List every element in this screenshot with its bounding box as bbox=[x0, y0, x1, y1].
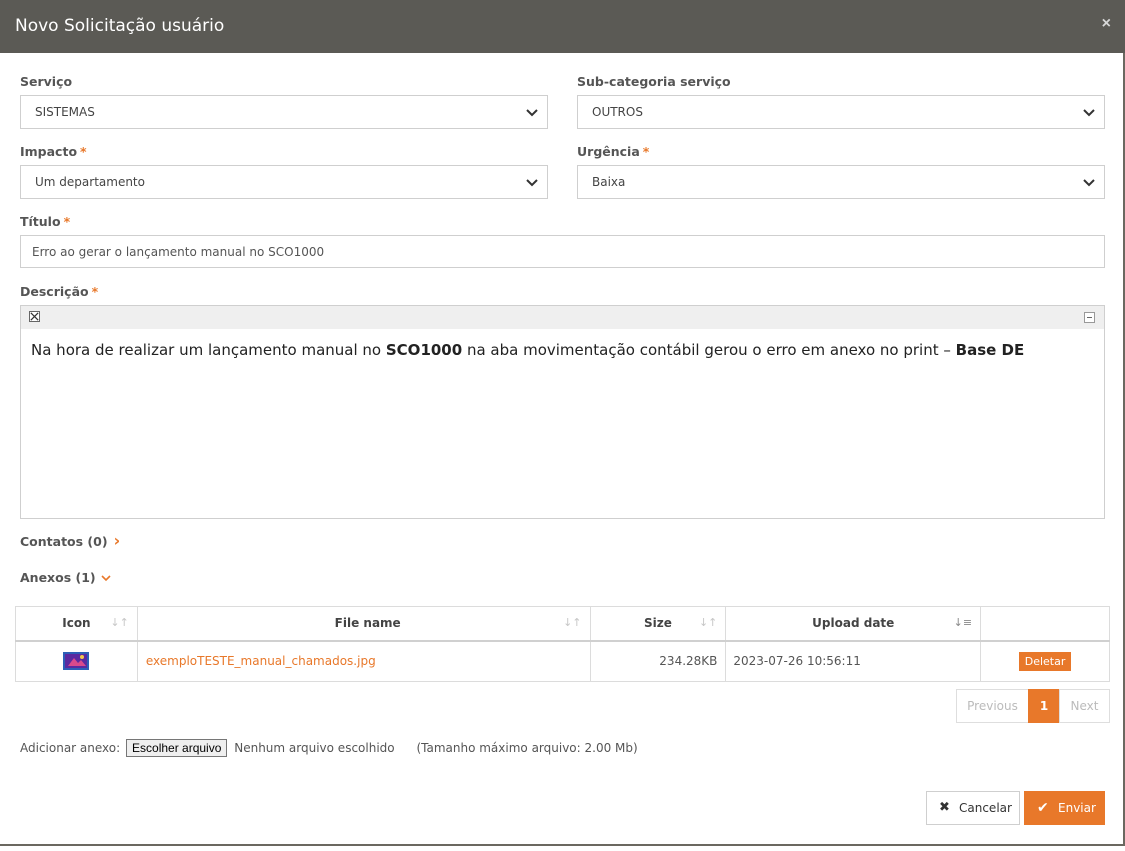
chevron-right-icon: › bbox=[113, 531, 121, 550]
x-icon: ✖ bbox=[939, 800, 950, 815]
upload-row: Adicionar anexo: Escolher arquivo Nenhum… bbox=[20, 739, 638, 757]
urgencia-select[interactable]: Baixa bbox=[577, 165, 1105, 199]
sort-icon[interactable]: ↓↑ bbox=[110, 616, 128, 629]
delete-button[interactable]: Deletar bbox=[1018, 651, 1072, 671]
servico-select[interactable]: SISTEMAS bbox=[20, 95, 548, 129]
impacto-select[interactable]: Um departamento bbox=[20, 165, 548, 199]
choose-file-button[interactable]: Escolher arquivo bbox=[126, 739, 228, 757]
chevron-down-icon bbox=[526, 179, 538, 187]
chevron-down-icon bbox=[1083, 179, 1095, 187]
required-marker: * bbox=[80, 144, 87, 159]
servico-value: SISTEMAS bbox=[35, 105, 95, 119]
pagination-next[interactable]: Next bbox=[1059, 689, 1110, 723]
sort-desc-icon[interactable]: ↓≡ bbox=[954, 616, 972, 629]
upload-status: Nenhum arquivo escolhido bbox=[234, 741, 395, 755]
column-header-icon[interactable]: Icon ↓↑ bbox=[15, 606, 138, 642]
required-marker: * bbox=[642, 144, 650, 159]
titulo-value: Erro ao gerar o lançamento manual no SCO… bbox=[32, 245, 325, 259]
titulo-label: Título * bbox=[20, 214, 71, 229]
cancel-button[interactable]: ✖ Cancelar bbox=[926, 791, 1020, 825]
action-cell: Deletar bbox=[980, 640, 1110, 682]
cancel-label: Cancelar bbox=[959, 801, 1012, 815]
send-button[interactable]: ✔ Enviar bbox=[1024, 791, 1105, 825]
subcategoria-select[interactable]: OUTROS bbox=[577, 95, 1105, 129]
upload-max-size: (Tamanho máximo arquivo: 2.00 Mb) bbox=[416, 741, 638, 755]
sort-icon[interactable]: ↓↑ bbox=[699, 616, 717, 629]
file-name-cell: exemploTESTE_manual_chamados.jpg bbox=[136, 640, 591, 682]
column-header-file-name[interactable]: File name ↓↑ bbox=[136, 606, 591, 642]
required-marker: * bbox=[63, 214, 71, 229]
servico-label: Serviço bbox=[20, 74, 73, 89]
impacto-label: Impacto * bbox=[20, 144, 87, 159]
editor-toolbar bbox=[21, 306, 1104, 329]
check-icon: ✔ bbox=[1037, 800, 1049, 816]
attachments-table: Icon ↓↑ File name ↓↑ Size ↓↑ Upload date ↓≡ … bbox=[15, 606, 1110, 682]
chevron-down-icon bbox=[101, 575, 111, 582]
required-marker: * bbox=[91, 284, 99, 299]
pagination-page-1[interactable]: 1 bbox=[1028, 689, 1060, 723]
chevron-down-icon bbox=[526, 109, 538, 117]
file-size-cell: 234.28KB bbox=[589, 640, 727, 682]
sort-icon[interactable]: ↓↑ bbox=[563, 616, 581, 629]
table-row: exemploTESTE_manual_chamados.jpg 234.28K… bbox=[15, 640, 1110, 682]
contatos-toggle[interactable]: Contatos (0) › bbox=[20, 531, 121, 550]
upload-label: Adicionar anexo: bbox=[20, 741, 121, 755]
chevron-down-icon bbox=[1083, 109, 1095, 117]
modal-title: Novo Solicitação usuário bbox=[15, 16, 225, 36]
subcategoria-label: Sub-categoria serviço bbox=[577, 74, 731, 89]
urgencia-label: Urgência * bbox=[577, 144, 650, 159]
column-header-size[interactable]: Size ↓↑ bbox=[589, 606, 727, 642]
modal-dialog: Novo Solicitação usuário × Serviço SISTE… bbox=[0, 0, 1125, 846]
modal-header: Novo Solicitação usuário × bbox=[0, 0, 1125, 53]
descricao-label: Descrição * bbox=[20, 284, 99, 299]
collapse-toolbar-icon[interactable] bbox=[1084, 312, 1095, 323]
anexos-toggle[interactable]: Anexos (1) bbox=[20, 570, 111, 585]
file-name-link[interactable]: exemploTESTE_manual_chamados.jpg bbox=[146, 654, 376, 668]
close-icon[interactable]: × bbox=[1102, 15, 1111, 33]
urgencia-value: Baixa bbox=[592, 175, 626, 189]
send-label: Enviar bbox=[1058, 801, 1096, 815]
subcategoria-value: OUTROS bbox=[592, 105, 643, 119]
titulo-input[interactable]: Erro ao gerar o lançamento manual no SCO… bbox=[20, 235, 1105, 268]
pagination-previous[interactable]: Previous bbox=[956, 689, 1029, 723]
image-file-icon[interactable] bbox=[62, 650, 90, 672]
maximize-icon[interactable] bbox=[29, 311, 40, 322]
column-header-actions bbox=[980, 606, 1110, 642]
impacto-value: Um departamento bbox=[35, 175, 145, 189]
upload-date-cell: 2023-07-26 10:56:11 bbox=[725, 640, 982, 682]
column-header-upload-date[interactable]: Upload date ↓≡ bbox=[725, 606, 982, 642]
file-icon-cell bbox=[15, 640, 138, 682]
descricao-content[interactable]: Na hora de realizar um lançamento manual… bbox=[31, 341, 1024, 359]
descricao-editor[interactable]: Na hora de realizar um lançamento manual… bbox=[20, 305, 1105, 519]
